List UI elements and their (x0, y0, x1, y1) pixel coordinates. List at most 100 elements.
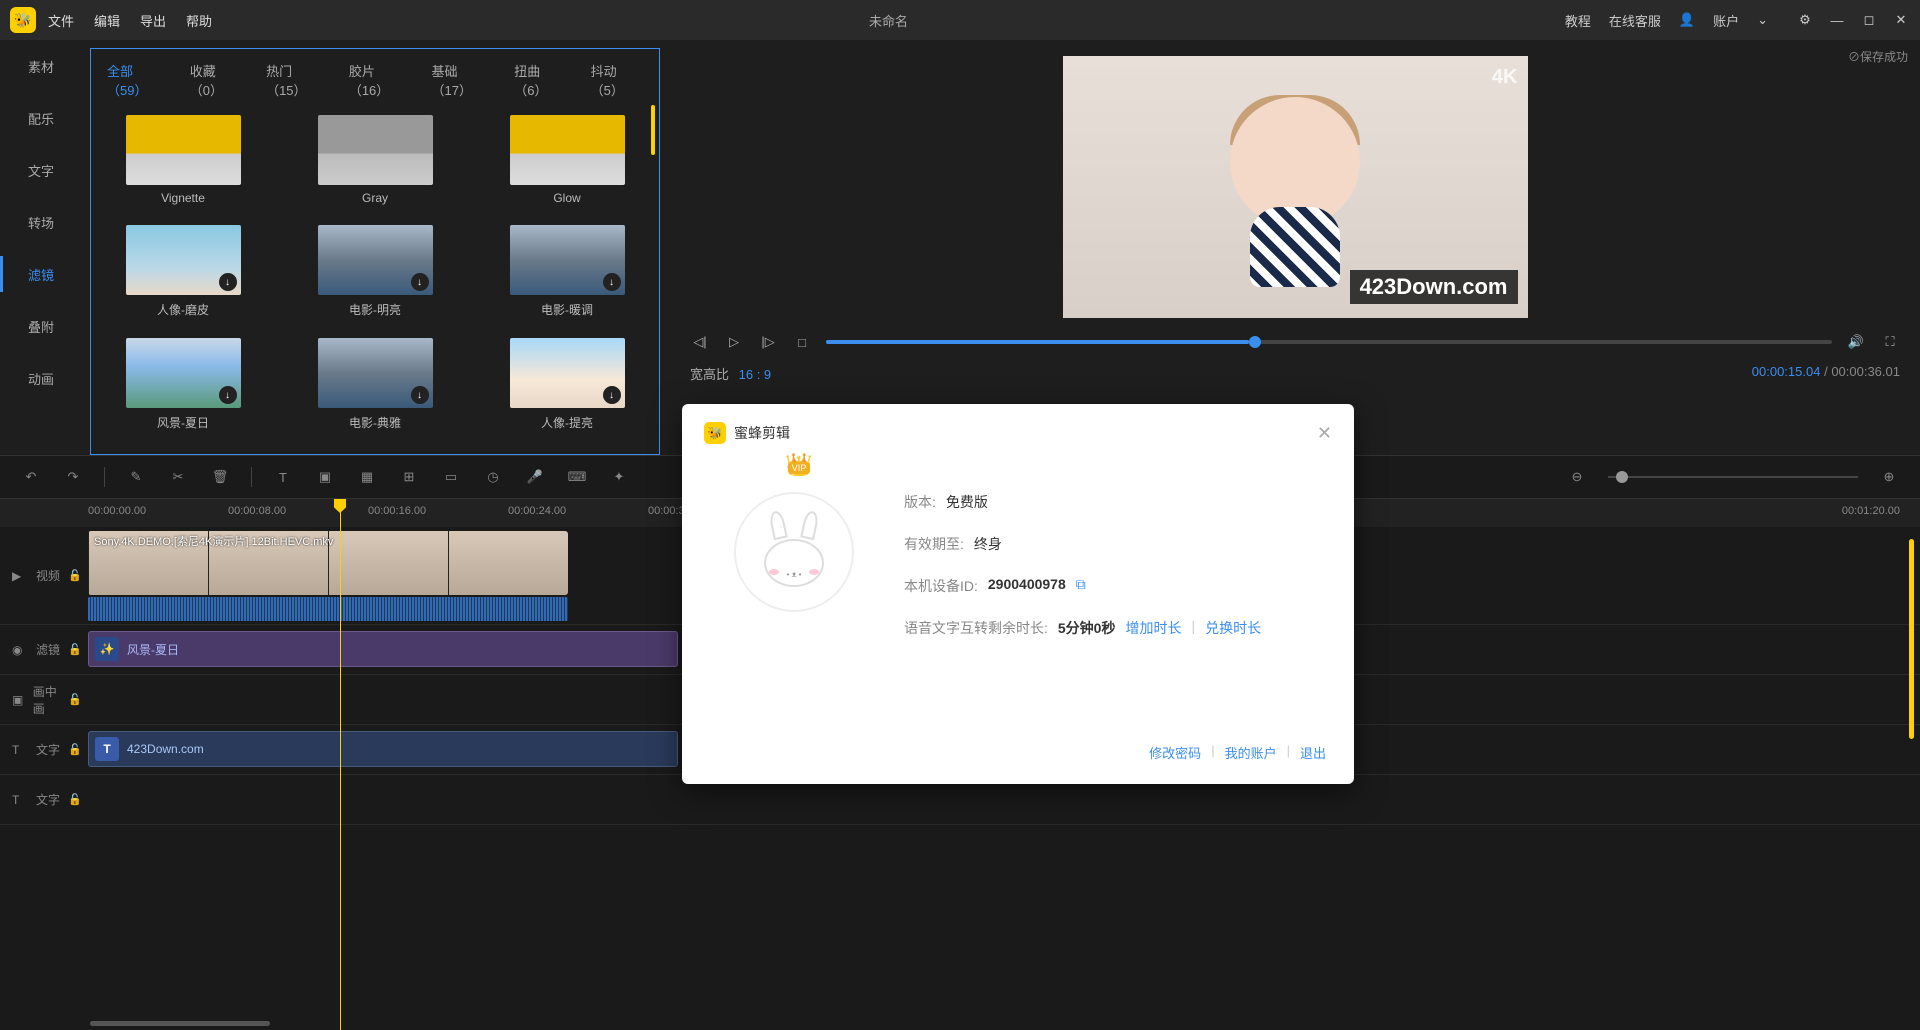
filter-item[interactable]: ↓电影-典雅 (299, 338, 451, 431)
stop-icon[interactable]: □ (792, 332, 812, 352)
playhead[interactable] (340, 499, 341, 1030)
speech-icon[interactable]: ⌨ (566, 466, 588, 488)
ruler-mark: 00:00:16.00 (368, 499, 508, 527)
version-label: 版本: (904, 492, 936, 512)
download-icon[interactable]: ↓ (219, 273, 237, 291)
menu-file[interactable]: 文件 (48, 11, 74, 30)
change-password-link[interactable]: 修改密码 (1149, 743, 1201, 762)
panel-scrollbar[interactable] (651, 105, 655, 155)
delete-icon[interactable]: 🗑 (209, 466, 231, 488)
crop-icon[interactable]: ▣ (314, 466, 336, 488)
menu-help[interactable]: 帮助 (186, 11, 212, 30)
filter-item[interactable]: ↓ 风景-夏日 (107, 338, 259, 431)
copy-icon[interactable]: ⧉ (1076, 576, 1086, 596)
enhance-icon[interactable]: ✦ (608, 466, 630, 488)
menu-edit[interactable]: 编辑 (94, 11, 120, 30)
aspect-ratio[interactable]: 宽高比 16 : 9 (690, 364, 771, 383)
app-logo: 🐝 (10, 7, 36, 33)
menu-export[interactable]: 导出 (140, 11, 166, 30)
cut-icon[interactable]: ✂ (167, 466, 189, 488)
zoom-in-icon[interactable]: ⊕ (1878, 466, 1900, 488)
chevron-down-icon[interactable]: ⌄ (1757, 12, 1768, 28)
filter-track-label: 滤镜 (36, 641, 60, 658)
filter-item[interactable]: Glow (491, 115, 643, 205)
tab-filter[interactable]: 滤镜 (0, 248, 82, 300)
link-support[interactable]: 在线客服 (1609, 11, 1661, 30)
download-icon[interactable]: ↓ (603, 386, 621, 404)
text-clip[interactable]: T423Down.com (88, 731, 678, 767)
duration-icon[interactable]: ◷ (482, 466, 504, 488)
fullscreen-icon[interactable]: ⛶ (1880, 332, 1900, 352)
timeline-scrollbar-v[interactable] (1909, 539, 1914, 739)
download-icon[interactable]: ↓ (411, 386, 429, 404)
volume-icon[interactable]: 🔊 (1846, 332, 1866, 352)
download-icon[interactable]: ↓ (603, 273, 621, 291)
tab-music[interactable]: 配乐 (0, 92, 82, 144)
undo-icon[interactable]: ↶ (20, 466, 42, 488)
download-icon[interactable]: ↓ (411, 273, 429, 291)
video-clip[interactable]: Sony.4K.DEMO.[索尼4K演示片].12Bit.HEVC.mkv (88, 531, 568, 595)
download-icon[interactable]: ↓ (219, 386, 237, 404)
logout-link[interactable]: 退出 (1300, 743, 1326, 762)
filter-thumbnail: ↓ (318, 225, 433, 295)
pip-track-icon: ▣ (12, 693, 27, 707)
filter-tab-distort[interactable]: 扭曲（6） (514, 61, 566, 99)
lock-icon[interactable]: 🔓 (68, 743, 82, 756)
next-frame-icon[interactable]: |▷ (758, 332, 778, 352)
filter-tab-shake[interactable]: 抖动（5） (591, 61, 643, 99)
filter-item[interactable]: Gray (299, 115, 451, 205)
filter-name: 风景-夏日 (107, 414, 259, 431)
filter-item[interactable]: ↓电影-暖调 (491, 225, 643, 318)
redo-icon[interactable]: ↷ (62, 466, 84, 488)
my-account-link[interactable]: 我的账户 (1225, 743, 1277, 762)
filter-item[interactable]: ↓人像-磨皮 (107, 225, 259, 318)
lock-icon[interactable]: 🔓 (68, 693, 82, 706)
play-icon[interactable]: ▷ (724, 332, 744, 352)
prev-frame-icon[interactable]: ◁| (690, 332, 710, 352)
link-tutorial[interactable]: 教程 (1565, 11, 1591, 30)
device-id-label: 本机设备ID: (904, 576, 978, 596)
zoom-slider[interactable] (1608, 476, 1858, 478)
add-time-link[interactable]: 增加时长 (1125, 618, 1181, 638)
filter-tab-hot[interactable]: 热门（15） (266, 61, 325, 99)
minimize-icon[interactable]: — (1828, 11, 1846, 29)
tab-overlay[interactable]: 叠附 (0, 300, 82, 352)
filter-panel: 全部（59） 收藏（0） 热门（15） 胶片（16） 基础（17） 扭曲（6） … (90, 48, 660, 455)
edit-icon[interactable]: ✎ (125, 466, 147, 488)
settings-icon[interactable]: ⚙ (1796, 11, 1814, 29)
account-link[interactable]: 账户 (1713, 11, 1739, 30)
tab-media[interactable]: 素材 (0, 40, 82, 92)
tab-transition[interactable]: 转场 (0, 196, 82, 248)
freeze-icon[interactable]: ▭ (440, 466, 462, 488)
tab-text[interactable]: 文字 (0, 144, 82, 196)
filter-tab-all[interactable]: 全部（59） (107, 61, 166, 99)
filter-item[interactable]: ↓人像-提亮 (491, 338, 643, 431)
voiceover-icon[interactable]: 🎤 (524, 466, 546, 488)
filter-thumbnail (318, 115, 433, 185)
audio-waveform[interactable] (88, 597, 568, 621)
lock-icon[interactable]: 🔓 (68, 793, 82, 806)
timeline-scrollbar-h[interactable] (90, 1021, 270, 1026)
dialog-close-icon[interactable]: ✕ (1317, 423, 1332, 444)
zoom-out-icon[interactable]: ⊖ (1566, 466, 1588, 488)
tab-animation[interactable]: 动画 (0, 352, 82, 404)
filter-tab-fav[interactable]: 收藏（0） (190, 61, 242, 99)
filter-tab-basic[interactable]: 基础（17） (432, 61, 491, 99)
text-tool-icon[interactable]: T (272, 466, 294, 488)
maximize-icon[interactable]: ◻ (1860, 11, 1878, 29)
close-icon[interactable]: ✕ (1892, 11, 1910, 29)
redeem-time-link[interactable]: 兑换时长 (1205, 618, 1261, 638)
lock-icon[interactable]: 🔓 (68, 643, 82, 656)
filter-clip-label: 风景-夏日 (127, 641, 179, 658)
filter-item[interactable]: Vignette (107, 115, 259, 205)
lock-icon[interactable]: 🔓 (68, 569, 82, 582)
mosaic-icon[interactable]: ▦ (356, 466, 378, 488)
expiry-label: 有效期至: (904, 534, 964, 554)
time-display: 00:00:15.04 / 00:00:36.01 (1752, 364, 1900, 383)
filter-clip[interactable]: ✨风景-夏日 (88, 631, 678, 667)
filter-item[interactable]: ↓电影-明亮 (299, 225, 451, 318)
filter-tab-film[interactable]: 胶片（16） (349, 61, 408, 99)
seek-bar[interactable] (826, 340, 1832, 344)
split-icon[interactable]: ⊞ (398, 466, 420, 488)
save-status: ⊘保存成功 (1848, 48, 1908, 65)
